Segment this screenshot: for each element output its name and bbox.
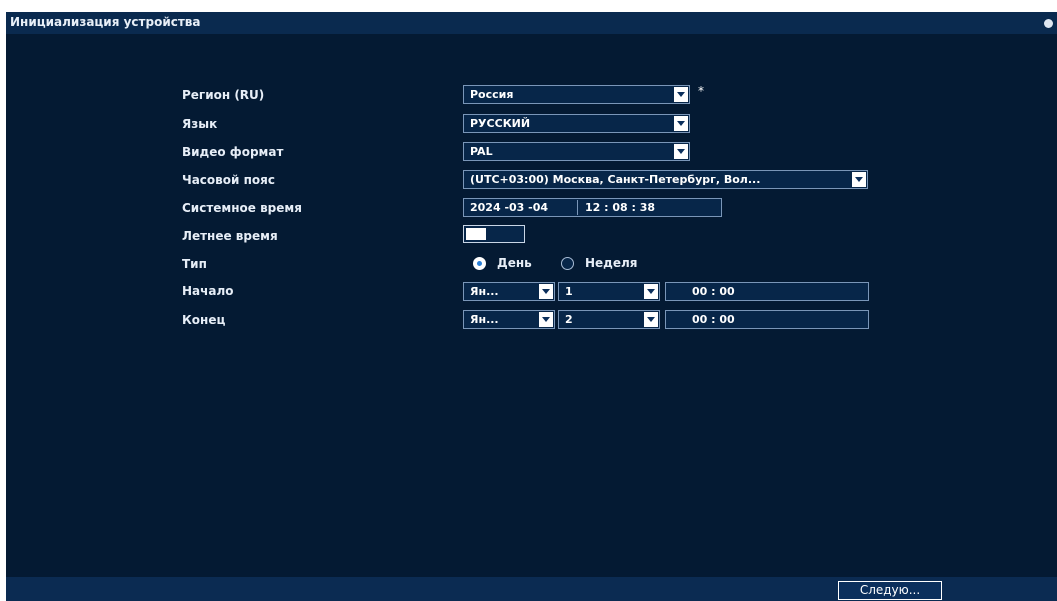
system-date-value[interactable]: 2024 -03 -04	[470, 201, 548, 214]
system-time-value[interactable]: 12 : 08 : 38	[585, 201, 655, 214]
chevron-down-icon[interactable]	[852, 172, 866, 187]
chevron-down-icon[interactable]	[539, 312, 553, 327]
type-day-label[interactable]: День	[497, 256, 532, 270]
end-month-select[interactable]: Ян...	[463, 310, 555, 329]
dst-toggle[interactable]	[463, 225, 525, 243]
dst-label: Летнее время	[182, 229, 278, 243]
end-label: Конец	[182, 313, 226, 327]
language-value: РУССКИЙ	[470, 117, 531, 130]
language-label: Язык	[182, 117, 218, 131]
end-day-select[interactable]: 2	[558, 310, 660, 329]
region-select[interactable]: Россия	[463, 85, 690, 104]
type-label: Тип	[182, 257, 207, 271]
toggle-knob	[466, 228, 486, 240]
chevron-down-icon[interactable]	[644, 312, 658, 327]
status-dot-icon[interactable]	[1044, 19, 1053, 28]
window-title: Инициализация устройства	[10, 15, 201, 29]
end-time-value[interactable]: 00 : 00	[692, 313, 735, 326]
timezone-label: Часовой пояс	[182, 173, 275, 187]
end-time-field[interactable]: 00 : 00	[665, 310, 869, 329]
start-time-value[interactable]: 00 : 00	[692, 285, 735, 298]
title-bar: Инициализация устройства	[6, 12, 1057, 34]
start-time-field[interactable]: 00 : 00	[665, 282, 869, 301]
required-mark: *	[698, 84, 704, 98]
chevron-down-icon[interactable]	[674, 116, 688, 131]
video-format-label: Видео формат	[182, 145, 284, 159]
end-day-value: 2	[565, 313, 573, 326]
system-time-label: Системное время	[182, 201, 302, 215]
video-format-value: PAL	[470, 145, 493, 158]
type-week-radio[interactable]	[561, 257, 574, 270]
timezone-select[interactable]: (UTC+03:00) Москва, Санкт-Петербург, Вол…	[463, 170, 868, 189]
footer-bar: Следую...	[6, 577, 1057, 601]
end-month-value: Ян...	[470, 313, 499, 326]
chevron-down-icon[interactable]	[674, 144, 688, 159]
region-value: Россия	[470, 88, 514, 101]
video-format-select[interactable]: PAL	[463, 142, 690, 161]
start-day-select[interactable]: 1	[558, 282, 660, 301]
start-month-select[interactable]: Ян...	[463, 282, 555, 301]
date-time-divider	[577, 200, 578, 215]
next-button[interactable]: Следую...	[838, 581, 942, 600]
chevron-down-icon[interactable]	[539, 284, 553, 299]
type-week-label[interactable]: Неделя	[585, 256, 638, 270]
type-day-radio[interactable]	[473, 257, 486, 270]
chevron-down-icon[interactable]	[644, 284, 658, 299]
language-select[interactable]: РУССКИЙ	[463, 114, 690, 133]
region-label: Регион (RU)	[182, 88, 265, 102]
timezone-value: (UTC+03:00) Москва, Санкт-Петербург, Вол…	[470, 173, 761, 186]
start-month-value: Ян...	[470, 285, 499, 298]
chevron-down-icon[interactable]	[674, 87, 688, 102]
start-day-value: 1	[565, 285, 573, 298]
system-time-field[interactable]: 2024 -03 -04 12 : 08 : 38	[463, 198, 722, 217]
start-label: Начало	[182, 284, 234, 298]
